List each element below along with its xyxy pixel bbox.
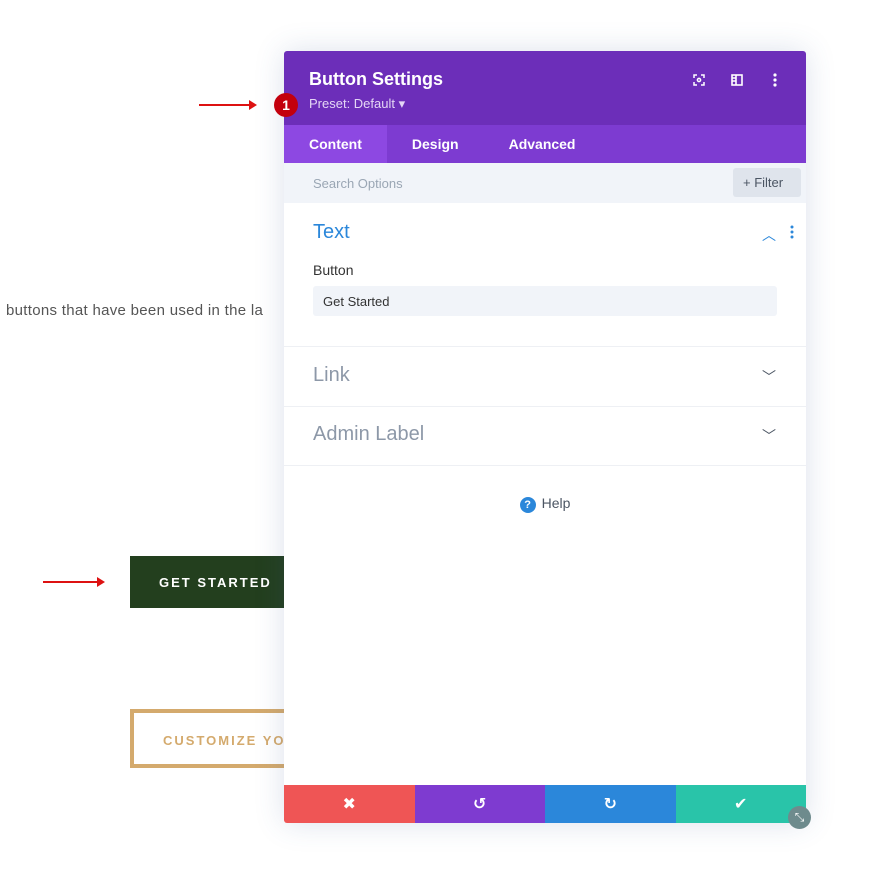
tab-advanced[interactable]: Advanced	[484, 125, 601, 163]
redo-button[interactable]: ↻	[545, 785, 676, 823]
chevron-down-icon[interactable]: ﹀	[762, 367, 776, 387]
chevron-up-icon[interactable]: ︿	[762, 225, 776, 245]
resize-handle-icon[interactable]: ⤡	[788, 806, 811, 829]
help-icon: ?	[519, 497, 536, 513]
tab-content[interactable]: Content	[284, 125, 387, 163]
tab-bar: Content Design Advanced	[284, 125, 806, 163]
panel-title: Button Settings	[309, 69, 443, 89]
section-more-icon[interactable]	[790, 225, 794, 244]
help-label: Help	[541, 495, 571, 511]
filter-button[interactable]: + Filter	[733, 168, 801, 197]
section-admin-label[interactable]: Admin Label ﹀	[284, 407, 806, 466]
cancel-button[interactable]: ✖	[284, 785, 415, 823]
save-button[interactable]: ✔	[675, 785, 806, 823]
panel-header: Button Settings Preset: Default ▾	[284, 51, 806, 125]
help-link[interactable]: ? Help	[284, 495, 806, 513]
preset-dropdown[interactable]: Preset: Default ▾	[309, 96, 405, 112]
button-settings-panel: Button Settings Preset: Default ▾ Conten…	[284, 51, 806, 823]
annotation-arrow	[43, 577, 105, 587]
section-text: Text ︿ Button Get Started	[284, 203, 806, 347]
search-placeholder: Search Options	[313, 176, 403, 191]
background-paragraph: buttons that have been used in the la	[6, 302, 264, 319]
annotation-arrow	[199, 100, 257, 110]
section-link[interactable]: Link ﹀	[284, 347, 806, 407]
button-text-label: Button	[313, 262, 354, 278]
search-options-input[interactable]: Search Options + Filter	[284, 163, 806, 203]
focus-icon[interactable]	[690, 71, 708, 89]
undo-button[interactable]: ↺	[414, 785, 545, 823]
tab-design[interactable]: Design	[387, 125, 484, 163]
section-title-link: Link	[313, 364, 350, 386]
section-title-text[interactable]: Text	[284, 221, 806, 244]
split-view-icon[interactable]	[728, 71, 746, 89]
step-badge: 1	[274, 93, 298, 117]
section-title-admin-label: Admin Label	[313, 423, 425, 445]
more-icon[interactable]	[766, 71, 784, 89]
chevron-down-icon[interactable]: ﹀	[762, 426, 776, 446]
panel-footer: ✖ ↺ ↻ ✔	[284, 785, 806, 823]
button-text-input[interactable]: Get Started	[313, 286, 777, 316]
